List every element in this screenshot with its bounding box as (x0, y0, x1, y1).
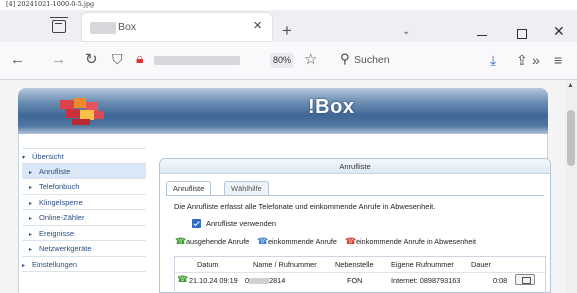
back-button[interactable]: ← (10, 52, 25, 68)
maximize-button[interactable] (517, 29, 527, 39)
bookmark-star-icon[interactable]: ☆ (304, 50, 317, 68)
forward-button[interactable]: → (51, 52, 66, 68)
tab-title: Box (118, 21, 137, 33)
nav-item-uebersicht[interactable]: ▾ Übersicht (22, 148, 146, 164)
header-divider (175, 272, 545, 273)
tab-waehlhilfe[interactable]: Wählhilfe (224, 181, 269, 195)
legend-outgoing-label: ausgehende Anrufe (186, 237, 250, 246)
browser-tab-bar: Box × + ⌄ ✕ (0, 10, 577, 42)
page-scrollbar[interactable]: ▲ (565, 80, 577, 293)
url-bar[interactable]: ⛉ 🔒︎ 80% ☆ ⚲ Suchen (112, 48, 508, 73)
overflow-icon[interactable]: » (532, 52, 540, 68)
extensions-icon[interactable]: ⇪ (516, 52, 528, 68)
call-date: 21.10.24 09:19 (189, 276, 238, 285)
page-viewport: !Box ▾ Übersicht ▸ Anrufliste ▸ Telefonbuch… (0, 80, 565, 293)
browser-nav-bar: ← → ↻ ⛉ 🔒︎ 80% ☆ ⚲ Suchen ⤓ ⇪ » ≡ (0, 42, 577, 80)
call-table: Datum Name / Rufnummer Nebenstelle Eigen… (174, 256, 546, 293)
call-duration: 0:08 (493, 276, 508, 285)
outgoing-call-icon: ☎ (175, 236, 187, 246)
image-file-label: [4] 20241021-1000-0-5.jpg (6, 0, 95, 8)
col-header-datum: Datum (197, 260, 219, 269)
call-extension: FON (347, 276, 363, 285)
call-list-panel: Anrufliste Anrufliste Wählhilfe Die Anru… (159, 158, 551, 293)
redacted-number (249, 278, 270, 285)
reload-button[interactable]: ↻ (85, 52, 98, 68)
col-header-name: Name / Rufnummer (253, 260, 317, 269)
nav-item-telefonbuch[interactable]: ▸ Telefonbuch (22, 179, 146, 195)
zoom-level-button[interactable]: 80% (270, 53, 295, 68)
search-input[interactable]: Suchen (354, 54, 390, 66)
scroll-up-icon[interactable]: ▲ (567, 82, 574, 89)
col-header-nebenstelle: Nebenstelle (335, 260, 374, 269)
call-list-description: Die Anrufliste erfasst alle Telefonate u… (174, 202, 436, 211)
tab-list-icon[interactable] (50, 17, 68, 33)
missed-call-icon: ☎ (345, 236, 357, 246)
incoming-call-icon: ☎ (257, 236, 269, 246)
router-logo (54, 92, 114, 130)
use-call-list-checkbox[interactable] (192, 219, 201, 228)
call-own-number: Internet: 0898793163 (391, 276, 461, 285)
use-call-list-label[interactable]: Anrufliste verwenden (206, 219, 276, 228)
menu-icon[interactable]: ≡ (554, 52, 562, 68)
url-text[interactable] (154, 56, 240, 65)
tab-anrufliste[interactable]: Anrufliste (166, 181, 212, 195)
permissions-icon[interactable]: 🔒︎ (136, 50, 143, 67)
nav-item-netzwerkgeraete[interactable]: ▸ Netzwerkgeräte (22, 241, 146, 257)
call-number[interactable]: 0 2814 (245, 276, 285, 285)
nav-item-klingelsperre[interactable]: ▸ Klingelsperre (22, 195, 146, 210)
panel-title: Anrufliste (339, 162, 371, 171)
window-close-button[interactable]: ✕ (553, 24, 565, 38)
col-header-dauer: Dauer (471, 260, 491, 269)
panel-header: Anrufliste (160, 159, 550, 174)
tab-favicon-icon (90, 22, 116, 34)
minimize-button[interactable] (477, 35, 487, 37)
new-tab-button[interactable]: + (282, 22, 292, 39)
nav-item-online-zaehler[interactable]: ▸ Online-Zähler (22, 210, 146, 226)
router-header: !Box (18, 88, 548, 134)
legend-missed-label: einkommende Anrufe in Abwesenheit (356, 237, 477, 246)
list-all-tabs-icon[interactable]: ⌄ (402, 26, 410, 37)
expand-arrow-icon: ▸ (22, 262, 26, 269)
left-navigation: ▾ Übersicht ▸ Anrufliste ▸ Telefonbuch ▸ Kli… (22, 148, 146, 272)
outgoing-call-icon: ☎ (177, 274, 189, 284)
nav-item-einstellungen[interactable]: ▸ Einstellungen (22, 257, 146, 272)
scroll-thumb[interactable] (567, 110, 575, 166)
search-icon: ⚲ (340, 51, 350, 66)
tab-close-icon[interactable]: × (253, 18, 262, 34)
shield-icon[interactable]: ⛉ (112, 51, 123, 68)
col-header-eigene-rufnummer: Eigene Rufnummer (391, 260, 454, 269)
browser-tab[interactable]: Box × (82, 13, 272, 41)
nav-item-anrufliste[interactable]: ▸ Anrufliste (22, 163, 146, 179)
download-icon[interactable]: ⤓ (490, 52, 496, 68)
nav-item-ereignisse[interactable]: ▸ Ereignisse (22, 226, 146, 241)
add-to-phonebook-button[interactable] (515, 274, 535, 285)
tab-divider (166, 195, 544, 196)
brand-name: !Box (308, 96, 355, 118)
legend-incoming-label: einkommende Anrufe (268, 237, 337, 246)
